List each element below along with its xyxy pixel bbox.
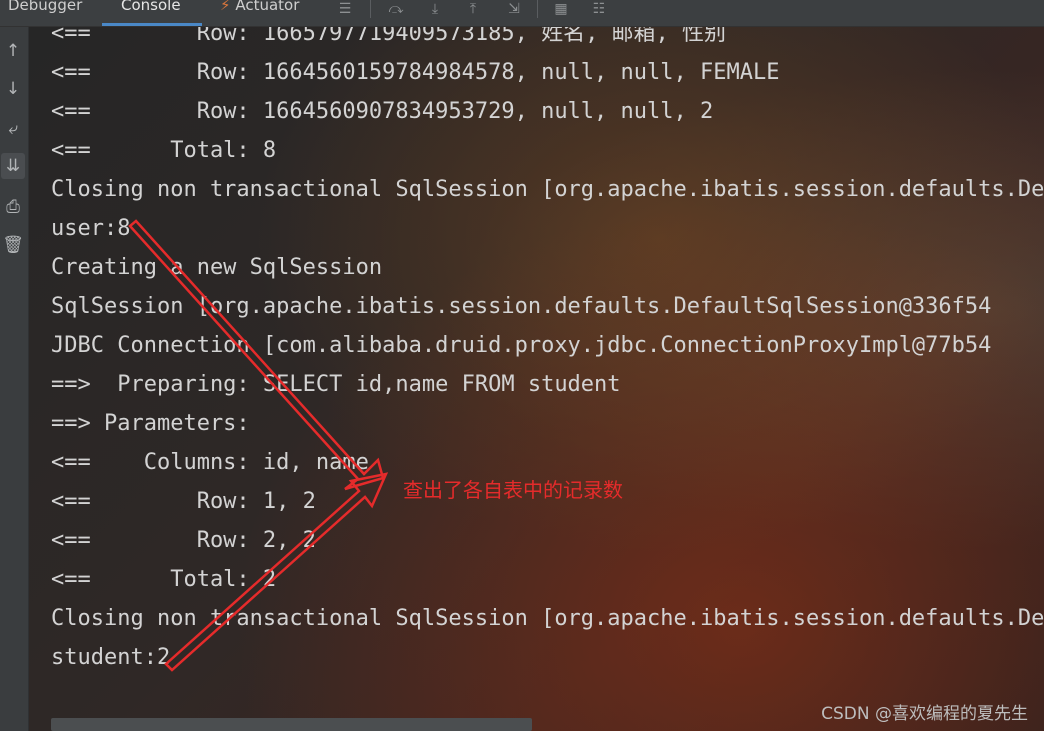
- console-line: <== Row: 1664560159784984578, null, null…: [51, 60, 780, 85]
- annotation-text: 查出了各自表中的记录数: [403, 478, 623, 502]
- scroll-up-icon[interactable]: ↑: [1, 38, 25, 64]
- menu-icon[interactable]: ☰: [334, 0, 356, 20]
- console-line: SqlSession [org.apache.ibatis.session.de…: [51, 294, 992, 319]
- console-line: JDBC Connection [com.alibaba.druid.proxy…: [51, 333, 992, 358]
- console-line: user:8: [51, 216, 131, 241]
- step-over-icon[interactable]: ⤼: [385, 0, 407, 20]
- console-line: Closing non transactional SqlSession [or…: [51, 177, 1044, 202]
- toolbar-separator: [370, 0, 371, 18]
- print-icon[interactable]: ⎙: [1, 194, 25, 220]
- trace-icon[interactable]: ☷: [588, 0, 610, 20]
- console-line: Creating a new SqlSession: [51, 255, 383, 280]
- evaluate-expression-icon[interactable]: ▦: [550, 0, 572, 20]
- console-side-toolbar: ↑ ↓ ⤶ ⇊ ⎙ 🗑: [0, 27, 29, 731]
- tab-console[interactable]: Console: [102, 0, 202, 26]
- console-line: ==> Parameters:: [51, 411, 263, 436]
- tab-actuator-label: Actuator: [235, 0, 300, 14]
- scroll-to-end-icon[interactable]: ⇊: [1, 153, 25, 179]
- toolbar-separator: [537, 0, 538, 18]
- tab-console-label: Console: [121, 0, 181, 14]
- soft-wrap-icon[interactable]: ⤶: [1, 116, 25, 142]
- console-line: ==> Preparing: SELECT id,name FROM stude…: [51, 372, 621, 397]
- console-line: <== Row: 1664560907834953729, null, null…: [51, 99, 714, 124]
- console-line: <== Row: 2, 2: [51, 528, 316, 553]
- console-line: student:2: [51, 645, 171, 670]
- watermark: CSDN @喜欢编程的夏先生: [821, 704, 1028, 724]
- tab-debugger-label: Debugger: [8, 0, 83, 14]
- console-line: Closing non transactional SqlSession [or…: [51, 606, 1044, 631]
- run-to-cursor-icon[interactable]: ⇲: [503, 0, 525, 20]
- scroll-down-icon[interactable]: ↓: [1, 76, 25, 102]
- tab-actuator[interactable]: ⚡ Actuator: [220, 0, 299, 26]
- console-line: <== Total: 8: [51, 138, 277, 163]
- console-line: <== Row: 1, 2: [51, 489, 316, 514]
- actuator-icon: ⚡: [220, 0, 231, 14]
- step-out-icon[interactable]: ⤒: [462, 0, 484, 20]
- tab-debugger[interactable]: Debugger: [8, 0, 82, 26]
- tool-window-tabbar: Debugger Console ⚡ Actuator ☰ ⤼ ⤓ ⤒ ⇲ ▦ …: [0, 0, 1044, 27]
- console-line: <== Row: 1665797719409573185, 姓名, 邮箱, 性别: [51, 27, 727, 46]
- horizontal-scrollbar[interactable]: [51, 718, 532, 731]
- console-output[interactable]: <== Row: 1665797719409573185, 姓名, 邮箱, 性别…: [29, 27, 1044, 731]
- step-into-icon[interactable]: ⤓: [424, 0, 446, 20]
- console-line: <== Total: 2: [51, 567, 277, 592]
- clear-all-icon[interactable]: 🗑: [1, 232, 25, 258]
- console-line: <== Columns: id, name: [51, 450, 369, 475]
